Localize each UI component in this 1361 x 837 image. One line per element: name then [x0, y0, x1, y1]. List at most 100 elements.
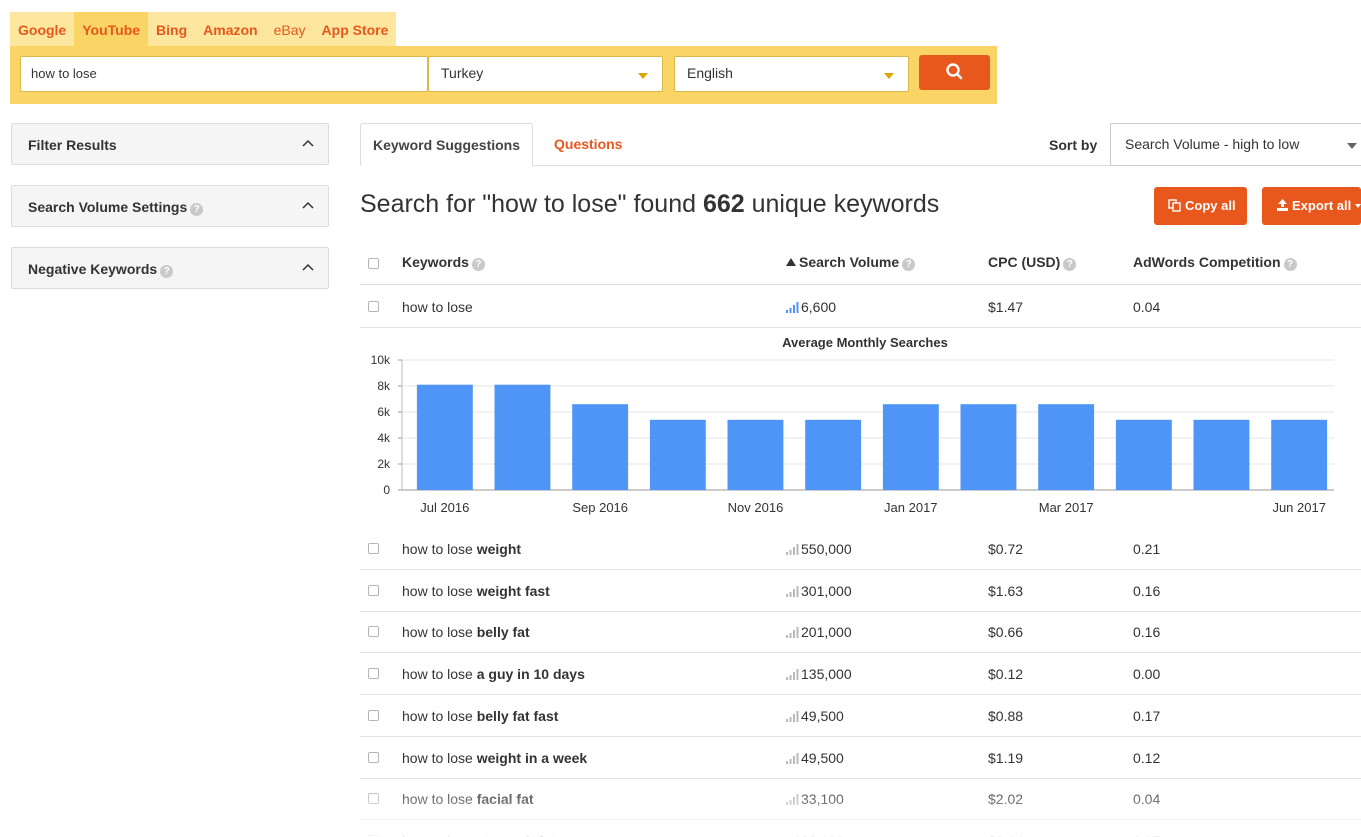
- tab-bing[interactable]: Bing: [148, 12, 195, 46]
- volume-cell[interactable]: 49,500: [786, 708, 844, 724]
- volume-cell[interactable]: 6,600: [786, 299, 836, 315]
- chart-bar[interactable]: [727, 419, 784, 490]
- col-search-volume-label: Search Volume: [799, 254, 900, 270]
- tab-google[interactable]: Google: [10, 12, 74, 46]
- chart-bar[interactable]: [416, 384, 473, 490]
- table-row[interactable]: how to lose belly fat 201,000 $0.66 0.16: [360, 611, 1361, 653]
- help-icon[interactable]: ?: [1063, 258, 1077, 271]
- filter-results-title: Filter Results: [28, 137, 117, 153]
- tab-amazon[interactable]: Amazon: [195, 12, 265, 46]
- keyword-suffix: belly fat fast: [476, 708, 559, 724]
- col-search-volume[interactable]: Search Volume?: [786, 254, 916, 271]
- cpc-cell: $1.19: [988, 750, 1024, 766]
- negative-keywords-title: Negative Keywords?: [28, 261, 174, 278]
- chart-bar[interactable]: [1271, 419, 1328, 490]
- volume-cell[interactable]: 201,000: [786, 624, 852, 640]
- chevron-down-icon: [884, 73, 894, 79]
- negative-keywords-label: Negative Keywords: [28, 261, 158, 277]
- y-tick-label: 6k: [377, 405, 391, 419]
- help-icon[interactable]: ?: [160, 265, 174, 278]
- copy-all-button[interactable]: Copy all: [1154, 187, 1247, 225]
- row-checkbox[interactable]: [368, 752, 379, 763]
- chart-bar[interactable]: [494, 384, 551, 490]
- chart-bar[interactable]: [572, 404, 629, 490]
- keyword-prefix: how to lose: [402, 750, 477, 766]
- trend-bars-icon: [786, 753, 799, 764]
- x-tick-label: Mar 2017: [1039, 500, 1094, 515]
- col-keywords[interactable]: Keywords?: [402, 254, 485, 271]
- chart-bar[interactable]: [960, 404, 1017, 490]
- country-select[interactable]: Turkey: [428, 56, 663, 92]
- chart-bar[interactable]: [1193, 419, 1250, 490]
- negative-keywords-panel[interactable]: Negative Keywords?: [11, 247, 329, 289]
- keyword-cell: how to lose weight: [402, 541, 521, 557]
- row-checkbox[interactable]: [368, 668, 379, 679]
- tab-youtube[interactable]: YouTube: [74, 12, 149, 46]
- y-tick-label: 2k: [377, 457, 391, 471]
- y-tick-label: 8k: [377, 379, 391, 393]
- y-tick-label: 0: [383, 483, 390, 497]
- trend-bars-icon: [786, 586, 799, 597]
- table-row[interactable]: how to lose 6,600 $1.47 0.04: [360, 286, 1361, 328]
- keyword-cell: how to lose weight fast: [402, 583, 550, 599]
- table-row[interactable]: how to lose weight 550,000 $0.72 0.21: [360, 528, 1361, 570]
- export-icon: [1277, 199, 1288, 211]
- chart-plot: 0 2k 4k 6k 8k 10k Jul 2016 Sep 2016 Nov 2016 Jan …: [371, 353, 1334, 515]
- table-row[interactable]: how to lose belly fat fast 49,500 $0.88 0.1…: [360, 695, 1361, 737]
- filter-results-panel[interactable]: Filter Results: [11, 123, 329, 165]
- trend-bars-icon: [786, 711, 799, 722]
- select-all-checkbox[interactable]: [368, 258, 379, 269]
- tab-questions[interactable]: Questions: [542, 123, 634, 166]
- table-row[interactable]: how to lose weight fast 301,000 $1.63 0.16: [360, 570, 1361, 612]
- tab-keyword-suggestions[interactable]: Keyword Suggestions: [360, 123, 534, 166]
- keyword-suffix: weight: [476, 541, 522, 557]
- search-button[interactable]: [919, 55, 990, 90]
- help-icon[interactable]: ?: [902, 258, 916, 271]
- chart-bar[interactable]: [805, 419, 862, 490]
- row-checkbox[interactable]: [368, 543, 379, 554]
- chevron-down-icon: [1355, 204, 1361, 208]
- headline-suffix: unique keywords: [744, 190, 940, 218]
- language-select[interactable]: English: [674, 56, 909, 92]
- chart-bar[interactable]: [649, 419, 706, 490]
- keyword-suffix: weight fast: [476, 583, 550, 599]
- volume-cell[interactable]: 550,000: [786, 541, 852, 557]
- competition-cell: 0.12: [1133, 750, 1161, 766]
- help-icon[interactable]: ?: [190, 203, 204, 216]
- chart-bar[interactable]: [1038, 404, 1095, 490]
- chevron-up-icon: [302, 201, 314, 209]
- tab-ebay[interactable]: eBay: [266, 12, 314, 46]
- keyword-suffix: weight in a week: [476, 750, 588, 766]
- search-volume-settings-label: Search Volume Settings: [28, 199, 188, 215]
- volume-cell[interactable]: 49,500: [786, 750, 844, 766]
- y-tick-label: 10k: [371, 353, 391, 367]
- cpc-cell: $1.63: [988, 583, 1024, 599]
- table-row[interactable]: how to lose a guy in 10 days 135,000 $0.12…: [360, 653, 1361, 695]
- country-value: Turkey: [441, 65, 484, 81]
- col-adwords-competition[interactable]: AdWords Competition?: [1133, 254, 1297, 271]
- search-input[interactable]: how to lose: [20, 56, 428, 92]
- chevron-down-icon: [638, 73, 648, 79]
- search-volume-settings-panel[interactable]: Search Volume Settings?: [11, 185, 329, 227]
- col-adwords-competition-label: AdWords Competition: [1133, 254, 1281, 270]
- table-row[interactable]: how to lose weight in a week 49,500 $1.19 0…: [360, 737, 1361, 779]
- export-all-button[interactable]: Export all: [1262, 187, 1361, 225]
- cpc-cell: $0.88: [988, 708, 1024, 724]
- chevron-up-icon: [302, 263, 314, 271]
- chart-bar[interactable]: [882, 404, 939, 490]
- tab-app-store[interactable]: App Store: [314, 12, 397, 46]
- volume-cell[interactable]: 135,000: [786, 666, 852, 682]
- keyword-cell: how to lose belly fat: [402, 624, 530, 640]
- row-checkbox[interactable]: [368, 585, 379, 596]
- row-checkbox[interactable]: [368, 301, 379, 312]
- volume-cell[interactable]: 301,000: [786, 583, 852, 599]
- col-cpc[interactable]: CPC (USD)?: [988, 254, 1077, 271]
- row-checkbox[interactable]: [368, 710, 379, 721]
- chart-bar[interactable]: [1115, 419, 1172, 490]
- help-icon[interactable]: ?: [1283, 258, 1297, 271]
- result-count: 662: [702, 190, 745, 218]
- sort-select[interactable]: Search Volume - high to low: [1110, 123, 1361, 166]
- help-icon[interactable]: ?: [471, 258, 485, 271]
- keyword-prefix: how to lose: [402, 624, 477, 640]
- row-checkbox[interactable]: [368, 626, 379, 637]
